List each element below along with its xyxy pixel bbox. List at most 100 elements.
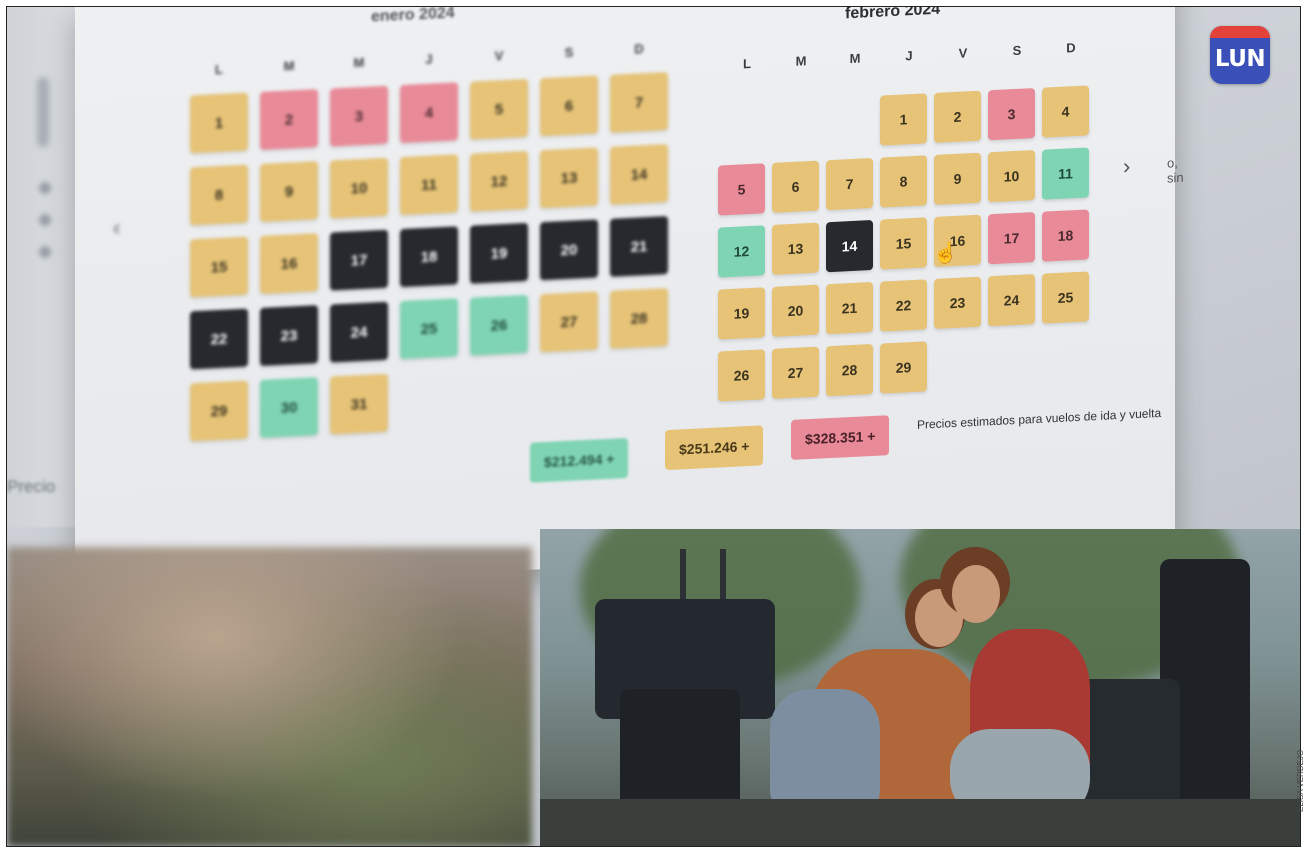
calendar-day-february-13[interactable]: 13 (772, 222, 819, 275)
calendar-day-february-14[interactable]: 14 (826, 219, 873, 273)
calendar-day-february-29[interactable]: 29 (880, 341, 927, 394)
calendar-day-february-19[interactable]: 19 (718, 287, 765, 340)
weekday-header: D (1066, 40, 1076, 56)
screenshot-frame: Precio enero 2024 febrero 2024 LMMJVSD12… (6, 6, 1301, 847)
calendar-day-january-3[interactable]: 3 (330, 85, 388, 147)
price-legend-mid: $251.246 + (665, 425, 764, 471)
calendar-day-february-2[interactable]: 2 (934, 90, 981, 143)
calendar-day-january-24[interactable]: 24 (330, 301, 388, 363)
calendar-day-february-4[interactable]: 4 (1042, 85, 1089, 138)
calendar-day-january-23[interactable]: 23 (260, 305, 318, 366)
calendar-day-january-18[interactable]: 18 (400, 226, 458, 288)
sidebar-icon[interactable] (39, 214, 51, 226)
calendar-day-january-9[interactable]: 9 (260, 161, 318, 222)
weekday-header: M (353, 54, 365, 71)
calendar-day-january-30[interactable]: 30 (260, 377, 318, 438)
calendar-day-january-25[interactable]: 25 (400, 298, 458, 360)
calendar-day-january-28[interactable]: 28 (610, 287, 668, 349)
weekday-header: S (1012, 42, 1022, 59)
calendar-day-january-6[interactable]: 6 (540, 75, 598, 137)
price-legend-low: $212.494 + (530, 437, 629, 483)
calendar-day-january-12[interactable]: 12 (470, 150, 528, 212)
calendar-day-january-8[interactable]: 8 (190, 164, 248, 226)
calendar-day-february-20[interactable]: 20 (772, 284, 819, 337)
calendar-day-february-7[interactable]: 7 (826, 157, 873, 211)
calendar-day-january-22[interactable]: 22 (190, 308, 248, 370)
city-photo (7, 547, 532, 846)
calendar-day-january-19[interactable]: 19 (470, 222, 528, 284)
weekday-header: S (564, 44, 574, 61)
date-picker-panel: enero 2024 febrero 2024 LMMJVSD123456789… (75, 6, 1184, 592)
calendar-day-february-21[interactable]: 21 (826, 281, 873, 335)
sidebar-handle[interactable] (37, 77, 49, 147)
floor (540, 799, 1300, 846)
calendar-day-january-13[interactable]: 13 (540, 147, 598, 209)
calendar-day-january-27[interactable]: 27 (540, 291, 598, 353)
calendar-day-february-3[interactable]: 3 (988, 88, 1035, 141)
calendar-day-january-4[interactable]: 4 (400, 82, 458, 144)
weekday-header: L (215, 61, 223, 78)
weekday-header: V (958, 45, 968, 61)
calendar-day-february-6[interactable]: 6 (772, 160, 819, 213)
weekday-header: J (425, 51, 433, 67)
calendar-day-january-14[interactable]: 14 (610, 143, 668, 205)
blurred-sidebar-text: Precio (7, 477, 56, 496)
calendar-day-february-22[interactable]: 22 (880, 279, 927, 332)
calendar-day-february-5[interactable]: 5 (718, 163, 765, 216)
calendar-day-february-10[interactable]: 10 (988, 150, 1035, 203)
weekday-header: M (795, 53, 807, 69)
chevron-right-icon[interactable]: › (1123, 153, 1130, 179)
calendar-day-february-12[interactable]: 12 (718, 225, 765, 278)
calendar-day-february-11[interactable]: 11 (1042, 147, 1089, 200)
calendar-day-february-23[interactable]: 23 (934, 276, 981, 329)
legend-note: Precios estimados para vuelos de ida y v… (917, 405, 1162, 432)
weekday-header: M (283, 58, 295, 74)
calendar-day-january-11[interactable]: 11 (400, 154, 458, 216)
calendar-day-january-17[interactable]: 17 (330, 229, 388, 291)
calendar-grid-february: L M M J V S D 1 2 3 4 5 6 7 8 9 10 11 12 13 14 15 16 17 18 19 20 21… (718, 40, 1089, 402)
weekday-header: V (494, 48, 504, 64)
photo-credit: ELISA VERDEJO (1296, 749, 1305, 812)
weekday-header: M (849, 50, 861, 67)
calendar-day-february-25[interactable]: 25 (1042, 271, 1089, 324)
calendar-day-january-2[interactable]: 2 (260, 89, 318, 150)
calendar-day-january-21[interactable]: 21 (610, 215, 668, 277)
calendar-day-february-1[interactable]: 1 (880, 93, 927, 146)
calendar-day-january-26[interactable]: 26 (470, 294, 528, 356)
calendar-day-february-17[interactable]: 17 (988, 212, 1035, 265)
calendar-day-february-18[interactable]: 18 (1042, 209, 1089, 262)
weekday-header: D (634, 41, 644, 57)
weekday-header: J (905, 48, 913, 64)
person-face (952, 565, 1000, 623)
calendar-day-january-16[interactable]: 16 (260, 233, 318, 294)
calendar-day-february-9[interactable]: 9 (934, 152, 981, 205)
calendar-day-january-31[interactable]: 31 (330, 373, 388, 435)
calendar-day-january-1[interactable]: 1 (190, 92, 248, 154)
weekday-header: L (743, 55, 751, 72)
chevron-left-icon[interactable]: ‹ (113, 215, 120, 241)
hand-cursor-icon: ☝ (933, 241, 958, 266)
calendar-day-january-10[interactable]: 10 (330, 157, 388, 219)
month-title-january: enero 2024 (371, 6, 455, 26)
calendar-day-february-27[interactable]: 27 (772, 346, 819, 399)
travelers-photo (540, 529, 1300, 846)
month-title-february: febrero 2024 (845, 6, 941, 23)
sidebar-icon[interactable] (39, 246, 51, 258)
truncated-side-text: o, sin (1167, 155, 1184, 186)
calendar-day-february-15[interactable]: 15 (880, 217, 927, 270)
calendar-day-january-7[interactable]: 7 (610, 71, 668, 133)
calendar-day-february-8[interactable]: 8 (880, 155, 927, 208)
calendar-day-february-28[interactable]: 28 (826, 343, 873, 397)
sidebar-icon[interactable] (39, 182, 51, 194)
logo-text: LUN (1214, 46, 1266, 72)
calendar-day-february-26[interactable]: 26 (718, 349, 765, 402)
calendar-day-january-5[interactable]: 5 (470, 78, 528, 140)
calendar-day-january-29[interactable]: 29 (190, 380, 248, 442)
backpack (1080, 679, 1180, 809)
calendar-day-january-15[interactable]: 15 (190, 236, 248, 298)
calendar-day-january-20[interactable]: 20 (540, 219, 598, 281)
calendar-day-february-24[interactable]: 24 (988, 274, 1035, 327)
price-legend-high: $328.351 + (791, 415, 890, 460)
lun-logo: LUN (1210, 26, 1270, 84)
calendar-grid-january: L M M J V S D 1 2 3 4 5 6 7 8 9 10 11 12 13 14 15 16 17 18 19 20 21… (190, 41, 668, 442)
